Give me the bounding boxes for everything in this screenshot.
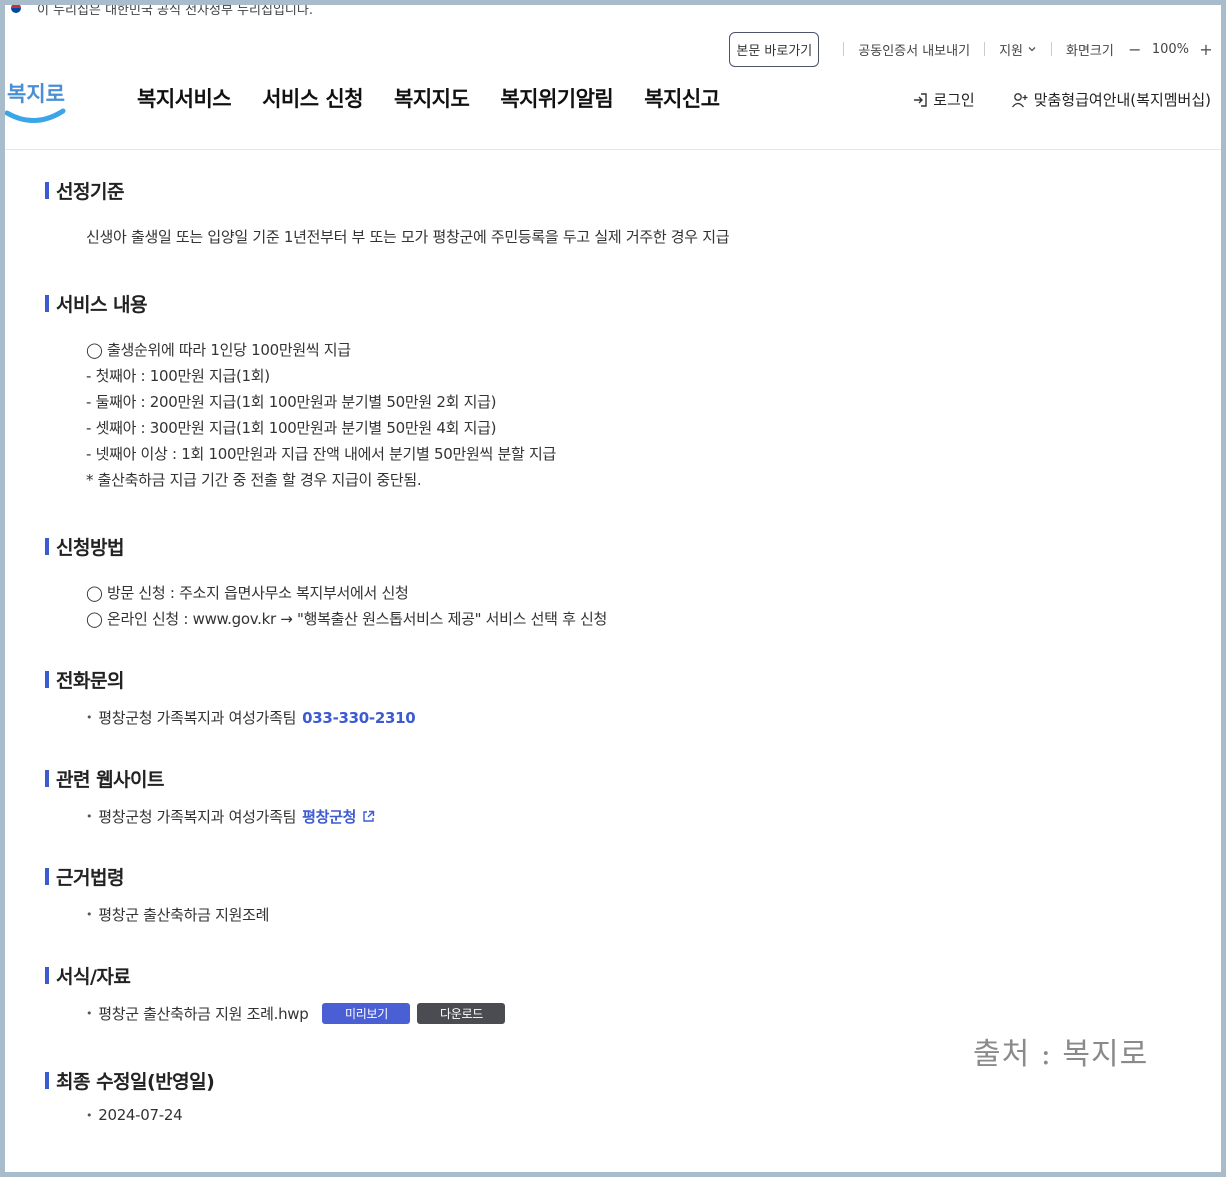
service-line: - 첫째아 : 100만원 지급(1회): [86, 367, 270, 385]
apply-line: ◯ 온라인 신청 : www.gov.kr → "행복출산 원스톱서비스 제공"…: [86, 610, 608, 628]
gov-banner-text: 이 누리집은 대한민국 공식 전자정부 누리집입니다.: [37, 5, 313, 18]
apply-line: ◯ 방문 신청 : 주소지 읍면사무소 복지부서에서 신청: [86, 584, 409, 602]
updated-date: 2024-07-24: [45, 1106, 214, 1124]
section-phone: 전화문의 평창군청 가족복지과 여성가족팀 033-330-2310: [45, 666, 416, 728]
section-site: 관련 웹사이트 평창군청 가족복지과 여성가족팀 평창군청: [45, 765, 375, 827]
form-file-item: 평창군 출산축하금 지원 조례.hwp 미리보기 다운로드: [45, 1003, 506, 1024]
section-service: 서비스 내용 ◯ 출생순위에 따라 1인당 100만원씩 지급 - 첫째아 : …: [45, 290, 556, 493]
section-forms: 서식/자료 평창군 출산축하금 지원 조례.hwp 미리보기 다운로드: [45, 962, 506, 1024]
service-lines: ◯ 출생순위에 따라 1인당 100만원씩 지급 - 첫째아 : 100만원 지…: [45, 337, 556, 493]
login-icon: [914, 92, 927, 107]
section-criteria: 선정기준 신생아 출생일 또는 입양일 기준 1년전부터 부 또는 모가 평창군…: [45, 177, 730, 250]
main-nav: 복지서비스 서비스 신청 복지지도 복지위기알림 복지신고: [137, 83, 720, 113]
phone-number[interactable]: 033-330-2310: [302, 709, 416, 727]
cert-export-link[interactable]: 공동인증서 내보내기: [858, 40, 970, 59]
nav-item-welfare-map[interactable]: 복지지도: [394, 83, 470, 113]
chevron-down-icon: [1028, 47, 1036, 52]
utility-bar: 본문 바로가기 공동인증서 내보내기 지원 화면크기 − 100% +: [729, 31, 1217, 67]
download-button[interactable]: 다운로드: [417, 1003, 506, 1024]
phone-dept: 평창군청 가족복지과 여성가족팀: [98, 709, 297, 727]
section-apply: 신청방법 ◯ 방문 신청 : 주소지 읍면사무소 복지부서에서 신청 ◯ 온라인…: [45, 533, 607, 632]
form-file-name: 평창군 출산축하금 지원 조례.hwp: [98, 1005, 309, 1023]
support-dropdown[interactable]: 지원: [999, 40, 1037, 59]
nav-item-welfare-service[interactable]: 복지서비스: [137, 83, 232, 113]
zoom-value: 100%: [1151, 41, 1189, 57]
page-frame: 이 누리집은 대한민국 공식 전자정부 누리집입니다. 본문 바로가기 공동인증…: [5, 5, 1221, 1172]
logo-text: 복지로: [7, 82, 65, 106]
section-title: 신청방법: [45, 533, 607, 560]
divider: [984, 42, 986, 56]
membership-label: 맞춤형급여안내(복지멤버십): [1033, 91, 1211, 109]
service-line: * 출산축하금 지급 기간 중 전출 할 경우 지급이 중단됨.: [86, 471, 422, 489]
bokjiro-logo-icon: 복지로: [5, 82, 66, 123]
section-title: 서식/자료: [45, 962, 505, 989]
phone-item: 평창군청 가족복지과 여성가족팀 033-330-2310: [45, 707, 415, 728]
skip-to-content-button[interactable]: 본문 바로가기: [729, 31, 820, 67]
external-link-icon: [363, 810, 375, 822]
korean-flag-icon: [5, 5, 27, 15]
site-item: 평창군청 가족복지과 여성가족팀 평창군청: [45, 806, 375, 827]
section-title: 근거법령: [45, 863, 269, 890]
header-divider: [5, 149, 1221, 150]
zoom-in-button[interactable]: +: [1195, 40, 1217, 59]
header-right: 로그인 맞춤형급여안내(복지멤버십): [912, 89, 1211, 110]
section-law: 근거법령 평창군 출산축하금 지원조례: [45, 863, 269, 925]
section-title: 선정기준: [45, 177, 729, 204]
section-title: 서비스 내용: [45, 290, 556, 317]
external-site-link[interactable]: 평창군청: [302, 806, 375, 827]
service-line: ◯ 출생순위에 따라 1인당 100만원씩 지급: [86, 341, 351, 359]
preview-button[interactable]: 미리보기: [322, 1003, 411, 1024]
bokjiro-logo[interactable]: 복지로: [5, 67, 67, 127]
section-updated: 최종 수정일(반영일) 2024-07-24: [45, 1067, 215, 1124]
divider: [1050, 42, 1052, 56]
site-link-label: 평창군청: [302, 808, 357, 826]
criteria-text: 신생아 출생일 또는 입양일 기준 1년전부터 부 또는 모가 평창군에 주민등…: [86, 228, 730, 246]
service-line: - 둘째아 : 200만원 지급(1회 100만원과 분기별 50만원 2회 지…: [86, 393, 497, 411]
login-label: 로그인: [933, 91, 975, 109]
zoom-out-button[interactable]: −: [1124, 40, 1146, 59]
source-watermark: 출처 : 복지로: [973, 1037, 1149, 1072]
service-line: - 셋째아 : 300만원 지급(1회 100만원과 분기별 50만원 4회 지…: [86, 419, 497, 437]
nav-item-welfare-report[interactable]: 복지신고: [644, 83, 720, 113]
section-title: 최종 수정일(반영일): [45, 1067, 215, 1094]
section-title: 전화문의: [45, 666, 415, 693]
nav-item-welfare-crisis-alert[interactable]: 복지위기알림: [500, 83, 613, 113]
user-add-icon: [1011, 92, 1028, 107]
service-line: - 넷째아 이상 : 1회 100만원과 지급 잔액 내에서 분기별 50만원씩…: [86, 445, 556, 463]
divider: [843, 42, 845, 56]
membership-link[interactable]: 맞춤형급여안내(복지멤버십): [1011, 89, 1211, 110]
login-link[interactable]: 로그인: [912, 89, 975, 110]
apply-lines: ◯ 방문 신청 : 주소지 읍면사무소 복지부서에서 신청 ◯ 온라인 신청 :…: [45, 580, 607, 632]
support-label: 지원: [999, 43, 1023, 59]
site-dept: 평창군청 가족복지과 여성가족팀: [98, 808, 297, 826]
nav-item-service-apply[interactable]: 서비스 신청: [262, 83, 363, 113]
section-title: 관련 웹사이트: [45, 765, 375, 792]
screen-size-label: 화면크기: [1065, 43, 1114, 59]
gov-banner: 이 누리집은 대한민국 공식 전자정부 누리집입니다.: [5, 5, 313, 18]
law-item: 평창군 출산축하금 지원조례: [45, 904, 269, 925]
